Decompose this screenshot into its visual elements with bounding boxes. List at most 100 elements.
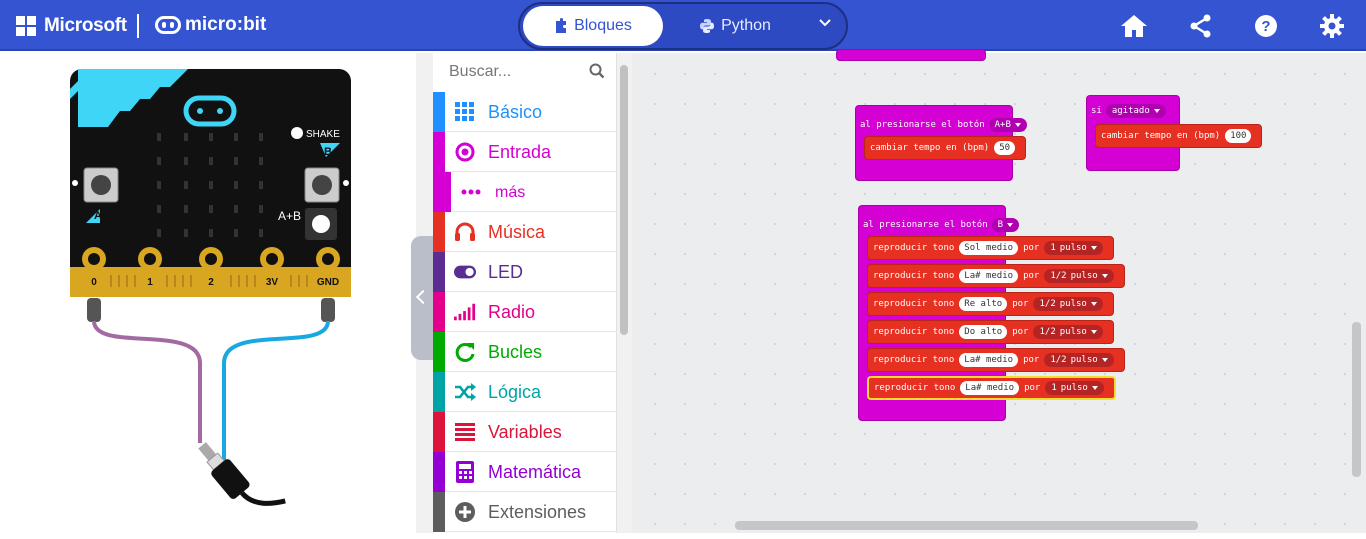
beat-unit: pulso	[1070, 355, 1098, 365]
beat-unit: pulso	[1070, 271, 1098, 281]
signal-bars-icon	[454, 301, 476, 323]
category-label: Básico	[488, 102, 543, 122]
top-bar: Microsoft micro:bit Bloques Python ?	[0, 0, 1366, 51]
por-label: por	[1024, 383, 1041, 393]
toolbox-scrollbar[interactable]	[617, 53, 632, 533]
category-variables[interactable]: Variables	[433, 412, 617, 452]
category-musica[interactable]: Música	[433, 212, 617, 252]
python-mode-button[interactable]: Python	[670, 6, 800, 46]
toolbox-search[interactable]: Buscar...	[433, 53, 617, 91]
microbit-board-svg: A B SHAKE A+B 0 1 2 3V GND	[70, 69, 351, 506]
beat-value: 1/2	[1050, 355, 1067, 365]
set-tempo-label: cambiar tempo en (bpm)	[870, 143, 990, 153]
note-input[interactable]: La# medio	[959, 269, 1019, 283]
settings-icon[interactable]	[1318, 12, 1346, 40]
event-label: al presionarse el botón	[863, 220, 988, 230]
workspace-horizontal-scrollbar[interactable]	[735, 521, 1198, 530]
play-tone-label: reproducir tono	[873, 355, 955, 365]
category-color-bar	[433, 492, 445, 532]
button-dropdown-value: B	[997, 220, 1004, 230]
event-block-button-b[interactable]: al presionarse el botón B reproducir ton…	[858, 205, 1125, 421]
pin-gnd-label: GND	[317, 277, 339, 288]
event-block-button-ab[interactable]: al presionarse el botón A+B cambiar temp…	[855, 105, 1027, 181]
beat-unit: pulso	[1060, 383, 1088, 393]
home-icon[interactable]	[1120, 12, 1148, 40]
blocks-workspace[interactable]: al presionarse el botón A+B cambiar temp…	[632, 49, 1366, 533]
event-block-gesture[interactable]: si agitado cambiar tempo en (bpm) 100	[1086, 95, 1263, 171]
beat-value: 1	[1050, 243, 1056, 253]
category-basico[interactable]: Básico	[433, 92, 617, 132]
button-dropdown[interactable]: A+B	[988, 118, 1027, 132]
help-icon[interactable]: ?	[1252, 12, 1280, 40]
pin-1-label: 1	[147, 277, 153, 288]
category-color-bar	[433, 132, 445, 172]
category-label: Matemática	[488, 462, 582, 482]
mode-dropdown-chevron-icon[interactable]	[818, 15, 832, 32]
category-bucles[interactable]: Bucles	[433, 332, 617, 372]
search-icon[interactable]	[589, 63, 605, 79]
category-entrada-mas[interactable]: más	[433, 172, 617, 212]
note-input[interactable]: Do alto	[959, 325, 1008, 339]
toolbox-scrollbar-thumb[interactable]	[620, 65, 628, 335]
share-icon[interactable]	[1187, 12, 1215, 40]
set-tempo-block[interactable]: cambiar tempo en (bpm) 50	[864, 136, 1027, 160]
play-tone-block[interactable]: reproducir tono Sol medio por 1 pulso	[867, 236, 1114, 260]
beat-dropdown[interactable]: 1/2 pulso	[1044, 353, 1114, 367]
beat-value: 1/2	[1039, 327, 1056, 337]
tempo-value-input[interactable]: 50	[994, 141, 1016, 155]
category-color-bar	[433, 372, 445, 412]
play-tone-block[interactable]: reproducir tono La# medio por 1/2 pulso	[867, 264, 1125, 288]
category-label: más	[495, 184, 526, 201]
microbit-logo[interactable]: micro:bit	[155, 14, 266, 36]
category-matematica[interactable]: Matemática	[433, 452, 617, 492]
tempo-value-input[interactable]: 100	[1225, 129, 1252, 143]
toggle-icon	[454, 261, 476, 283]
blocks-mode-button[interactable]: Bloques	[523, 6, 663, 46]
svg-text:?: ?	[1261, 18, 1270, 35]
beat-dropdown[interactable]: 1/2 pulso	[1033, 297, 1103, 311]
play-tone-block[interactable]: reproducir tono Re alto por 1/2 pulso	[867, 292, 1114, 316]
note-input[interactable]: Sol medio	[959, 241, 1019, 255]
gesture-dropdown[interactable]: agitado	[1105, 104, 1166, 118]
event-block-header: si agitado	[1091, 104, 1166, 118]
note-input[interactable]: La# medio	[959, 353, 1019, 367]
beat-dropdown[interactable]: 1 pulso	[1044, 241, 1103, 255]
category-led[interactable]: LED	[433, 252, 617, 292]
play-tone-label: reproducir tono	[873, 271, 955, 281]
beat-value: 1/2	[1039, 299, 1056, 309]
play-tone-block-selected[interactable]: reproducir tono La# medio por 1 pulso	[867, 376, 1116, 400]
toolbox: Buscar... Básico Entrada más Música LED …	[433, 53, 617, 533]
microsoft-logo[interactable]: Microsoft	[16, 14, 127, 38]
pin-2-label: 2	[208, 277, 214, 288]
por-label: por	[1023, 355, 1040, 365]
workspace-vertical-scrollbar[interactable]	[1352, 322, 1361, 477]
offscreen-block[interactable]	[836, 49, 986, 61]
python-mode-label: Python	[721, 17, 771, 34]
set-tempo-block[interactable]: cambiar tempo en (bpm) 100	[1095, 124, 1263, 148]
beat-dropdown[interactable]: 1 pulso	[1045, 381, 1104, 395]
category-label: Música	[488, 222, 546, 242]
button-b-label: B	[324, 146, 332, 158]
beat-dropdown[interactable]: 1/2 pulso	[1033, 325, 1103, 339]
category-extensiones[interactable]: Extensiones	[433, 492, 617, 532]
gesture-dropdown-value: agitado	[1111, 106, 1150, 116]
collapse-simulator-button[interactable]	[411, 236, 433, 360]
pin-0-label: 0	[91, 277, 97, 288]
category-logica[interactable]: Lógica	[433, 372, 617, 412]
note-input[interactable]: La# medio	[960, 381, 1020, 395]
list-lines-icon	[454, 421, 476, 443]
play-tone-label: reproducir tono	[874, 383, 956, 393]
microbit-face-icon	[155, 16, 181, 34]
button-dropdown[interactable]: B	[991, 218, 1020, 232]
category-color-bar	[433, 412, 445, 452]
loop-icon	[454, 341, 476, 363]
note-input[interactable]: Re alto	[959, 297, 1008, 311]
play-tone-block[interactable]: reproducir tono La# medio por 1/2 pulso	[867, 348, 1125, 372]
headphone-jack	[198, 442, 286, 506]
category-entrada[interactable]: Entrada	[433, 132, 617, 172]
beat-dropdown[interactable]: 1/2 pulso	[1044, 269, 1114, 283]
category-color-bar	[433, 172, 451, 212]
category-label: Bucles	[488, 342, 543, 362]
play-tone-block[interactable]: reproducir tono Do alto por 1/2 pulso	[867, 320, 1114, 344]
category-radio[interactable]: Radio	[433, 292, 617, 332]
